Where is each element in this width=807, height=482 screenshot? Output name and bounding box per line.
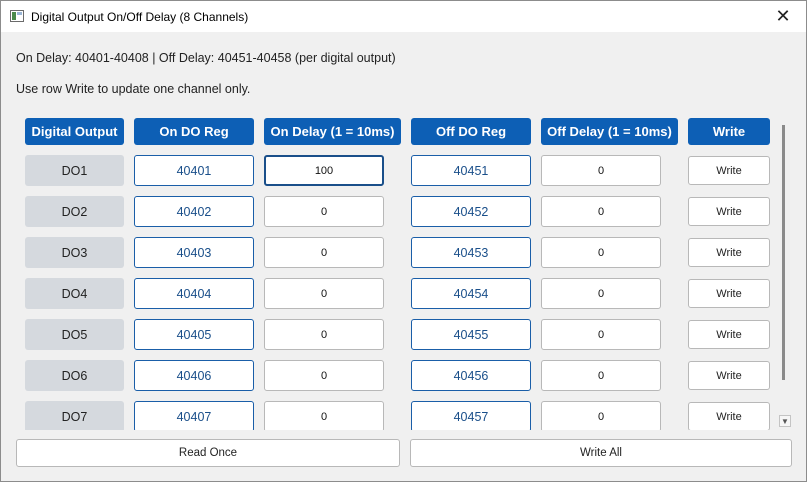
row-write-button[interactable]: Write	[688, 156, 770, 185]
channel-label: DO7	[25, 401, 124, 430]
close-icon: ✕	[775, 6, 791, 26]
header-on-delay: On Delay (1 = 10ms)	[264, 118, 401, 145]
row-write-button[interactable]: Write	[688, 320, 770, 349]
read-once-button[interactable]: Read Once	[16, 439, 400, 467]
on-delay-input[interactable]: 100	[264, 155, 384, 186]
row-write-button[interactable]: Write	[688, 238, 770, 267]
header-off-delay: Off Delay (1 = 10ms)	[541, 118, 678, 145]
off-do-reg-field[interactable]: 40455	[411, 319, 531, 350]
row-write-button[interactable]: Write	[688, 361, 770, 390]
channel-label: DO4	[25, 278, 124, 309]
off-do-reg-field[interactable]: 40451	[411, 155, 531, 186]
on-delay-input[interactable]: 0	[264, 237, 384, 268]
on-do-reg-field[interactable]: 40404	[134, 278, 254, 309]
register-range-info: On Delay: 40401-40408 | Off Delay: 40451…	[16, 51, 396, 65]
on-delay-input[interactable]: 0	[264, 319, 384, 350]
on-do-reg-field[interactable]: 40403	[134, 237, 254, 268]
on-delay-input[interactable]: 0	[264, 278, 384, 309]
app-icon	[10, 10, 24, 22]
row-write-button[interactable]: Write	[688, 402, 770, 430]
close-button[interactable]: ✕	[760, 1, 806, 32]
title-bar[interactable]: Digital Output On/Off Delay (8 Channels)…	[1, 1, 806, 32]
on-do-reg-field[interactable]: 40405	[134, 319, 254, 350]
off-delay-input[interactable]: 0	[541, 278, 661, 309]
off-delay-input[interactable]: 0	[541, 360, 661, 391]
channel-label: DO1	[25, 155, 124, 186]
dialog-body: On Delay: 40401-40408 | Off Delay: 40451…	[1, 32, 806, 481]
usage-hint: Use row Write to update one channel only…	[16, 82, 251, 96]
off-delay-input[interactable]: 0	[541, 196, 661, 227]
off-do-reg-field[interactable]: 40457	[411, 401, 531, 430]
off-do-reg-field[interactable]: 40453	[411, 237, 531, 268]
header-off-do-reg: Off DO Reg	[411, 118, 531, 145]
scrollbar-thumb[interactable]	[782, 125, 785, 380]
off-delay-input[interactable]: 0	[541, 155, 661, 186]
write-all-button[interactable]: Write All	[410, 439, 792, 467]
off-delay-input[interactable]: 0	[541, 319, 661, 350]
on-delay-input[interactable]: 0	[264, 401, 384, 430]
on-do-reg-field[interactable]: 40407	[134, 401, 254, 430]
header-digital-output: Digital Output	[25, 118, 124, 145]
window-title: Digital Output On/Off Delay (8 Channels)	[31, 10, 249, 24]
channel-label: DO5	[25, 319, 124, 350]
on-delay-input[interactable]: 0	[264, 196, 384, 227]
header-on-do-reg: On DO Reg	[134, 118, 254, 145]
on-delay-input[interactable]: 0	[264, 360, 384, 391]
on-do-reg-field[interactable]: 40401	[134, 155, 254, 186]
channel-label: DO6	[25, 360, 124, 391]
vertical-scrollbar[interactable]: ▼	[778, 125, 794, 431]
on-do-reg-field[interactable]: 40402	[134, 196, 254, 227]
off-do-reg-field[interactable]: 40452	[411, 196, 531, 227]
channel-grid: Digital Output On DO Reg On Delay (1 = 1…	[1, 112, 791, 430]
row-write-button[interactable]: Write	[688, 197, 770, 226]
off-do-reg-field[interactable]: 40456	[411, 360, 531, 391]
off-do-reg-field[interactable]: 40454	[411, 278, 531, 309]
header-write: Write	[688, 118, 770, 145]
row-write-button[interactable]: Write	[688, 279, 770, 308]
off-delay-input[interactable]: 0	[541, 237, 661, 268]
dialog-window: Digital Output On/Off Delay (8 Channels)…	[0, 0, 807, 482]
on-do-reg-field[interactable]: 40406	[134, 360, 254, 391]
scroll-down-arrow-icon[interactable]: ▼	[779, 415, 791, 427]
off-delay-input[interactable]: 0	[541, 401, 661, 430]
channel-label: DO2	[25, 196, 124, 227]
channel-label: DO3	[25, 237, 124, 268]
